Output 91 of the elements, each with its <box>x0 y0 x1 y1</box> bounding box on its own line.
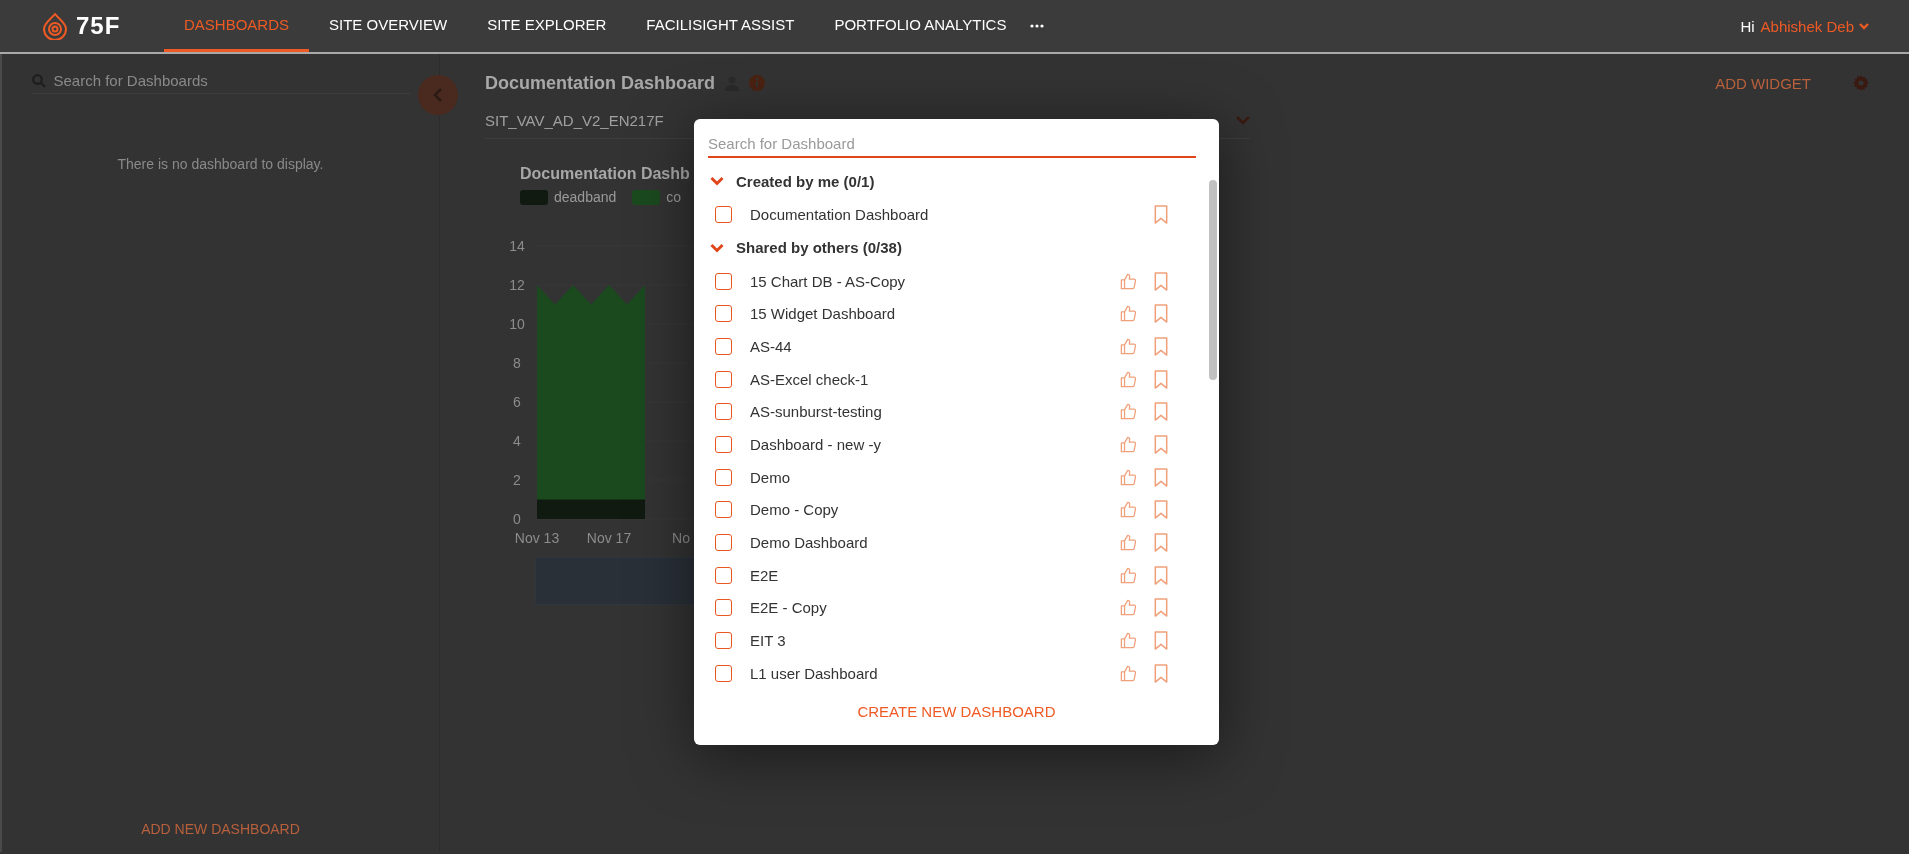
bookmark-icon[interactable] <box>1153 663 1169 683</box>
checkbox[interactable] <box>715 370 732 388</box>
chevron-icon[interactable] <box>710 242 724 253</box>
chevron-icon <box>433 88 443 102</box>
checkbox[interactable] <box>715 664 732 682</box>
bookmark-icon[interactable] <box>1153 271 1169 291</box>
brand-logo-text: 75F <box>76 12 121 40</box>
checkbox[interactable] <box>715 305 732 323</box>
bookmark-icon[interactable] <box>1153 631 1169 651</box>
legend-label: co <box>666 189 682 205</box>
dashboard-name: E2E - Copy <box>750 599 828 617</box>
checkbox[interactable] <box>715 468 732 486</box>
thumbs-up-icon[interactable] <box>1119 500 1138 520</box>
bookmark-icon[interactable] <box>1153 598 1169 618</box>
checkbox[interactable] <box>715 205 732 223</box>
thumbs-up-icon[interactable] <box>1119 663 1138 683</box>
scrollbar-thumb[interactable] <box>1209 180 1217 380</box>
dashboard-name: AS-44 <box>750 337 793 355</box>
dashboard-name: Demo Dashboard <box>750 534 869 552</box>
checkbox[interactable] <box>715 435 732 453</box>
bookmark-icon[interactable] <box>1153 533 1169 553</box>
bookmark-icon[interactable] <box>1153 467 1169 487</box>
x-tick-label: No <box>672 530 690 546</box>
thumbs-up-icon[interactable] <box>1119 369 1138 389</box>
dashboard-name: E2E <box>750 566 780 584</box>
info-icon[interactable] <box>749 75 766 91</box>
checkbox[interactable] <box>715 501 732 519</box>
bookmark-icon[interactable] <box>1153 402 1169 422</box>
y-tick-label: 0 <box>513 511 521 527</box>
legend-label: deadband <box>554 189 617 205</box>
thumbs-up-icon[interactable] <box>1119 271 1138 291</box>
thumbs-up-icon[interactable] <box>1119 304 1138 324</box>
thumbs-up-icon[interactable] <box>1119 533 1138 553</box>
checkbox[interactable] <box>715 632 732 650</box>
dashboard-name: AS-Excel check-1 <box>750 370 870 388</box>
checkbox[interactable] <box>715 534 732 552</box>
x-tick-label: Nov 13 <box>514 530 560 546</box>
chevron-icon[interactable] <box>710 176 724 186</box>
bookmark-icon[interactable] <box>1153 565 1169 585</box>
thumbs-up-icon[interactable] <box>1119 402 1138 422</box>
thumbs-up-icon[interactable] <box>1119 336 1138 356</box>
thumbs-up-icon[interactable] <box>1119 631 1138 651</box>
flame-logo-icon <box>42 12 68 40</box>
y-tick-label: 8 <box>513 355 521 371</box>
nav-tab[interactable]: PORTFOLIO ANALYTICS <box>814 0 1027 52</box>
nav-tab[interactable]: SITE EXPLORER <box>467 0 627 52</box>
checkbox[interactable] <box>715 272 732 290</box>
chevron-icon <box>1859 22 1869 30</box>
bookmark-icon[interactable] <box>1153 434 1169 454</box>
section-header[interactable]: Created by me (0/1) <box>736 172 875 190</box>
y-tick-label: 14 <box>509 238 525 254</box>
dashboard-title: Documentation Dashboard <box>485 72 716 94</box>
dashboard-name: AS-sunburst-testing <box>750 403 883 421</box>
more-icon[interactable] <box>1030 24 1045 28</box>
nav-tab[interactable]: SITE OVERVIEW <box>309 0 468 52</box>
empty-message: There is no dashboard to display. <box>117 156 324 172</box>
bookmark-icon[interactable] <box>1153 336 1169 356</box>
settings-icon[interactable] <box>1853 75 1869 91</box>
dashboard-name: L1 user Dashboard <box>750 664 879 682</box>
dashboard-name: Documentation Dashboard <box>750 205 930 223</box>
nav-tab[interactable]: FACILISIGHT ASSIST <box>626 0 815 52</box>
dashboard-name: Demo <box>750 468 791 486</box>
y-tick-label: 10 <box>509 316 525 332</box>
dashboard-name: 15 Widget Dashboard <box>750 305 897 323</box>
search-field[interactable]: Search for Dashboards <box>53 72 384 89</box>
collapse-button[interactable] <box>418 75 458 115</box>
thumbs-up-icon[interactable] <box>1119 565 1138 585</box>
thumbs-up-icon[interactable] <box>1119 434 1138 454</box>
y-tick-label: 2 <box>513 472 521 488</box>
dashboard-name: 15 Chart DB - AS-Copy <box>750 272 907 290</box>
y-tick-label: 6 <box>513 394 521 410</box>
bookmark-icon[interactable] <box>1153 304 1169 324</box>
bookmark-icon[interactable] <box>1153 369 1169 389</box>
greeting-text: Hi <box>1740 17 1755 35</box>
checkbox[interactable] <box>715 566 732 584</box>
checkbox[interactable] <box>715 403 732 421</box>
bookmark-icon[interactable] <box>1153 500 1169 520</box>
thumbs-up-icon[interactable] <box>1119 598 1138 618</box>
x-tick-label: Nov 17 <box>586 530 632 546</box>
dashboard-name: EIT 3 <box>750 632 787 650</box>
section-header[interactable]: Shared by others (0/38) <box>736 239 902 257</box>
dashboard-name: Dashboard - new -y <box>750 435 882 453</box>
y-tick-label: 12 <box>509 277 525 293</box>
checkbox[interactable] <box>715 337 732 355</box>
checkbox[interactable] <box>715 599 732 617</box>
widget-title: Documentation Dashb <box>520 165 690 183</box>
bookmark-icon[interactable] <box>1153 204 1169 224</box>
y-tick-label: 4 <box>513 433 521 449</box>
dashboard-name: Demo - Copy <box>750 501 840 519</box>
chevron-icon <box>1236 115 1250 125</box>
thumbs-up-icon[interactable] <box>1119 467 1138 487</box>
